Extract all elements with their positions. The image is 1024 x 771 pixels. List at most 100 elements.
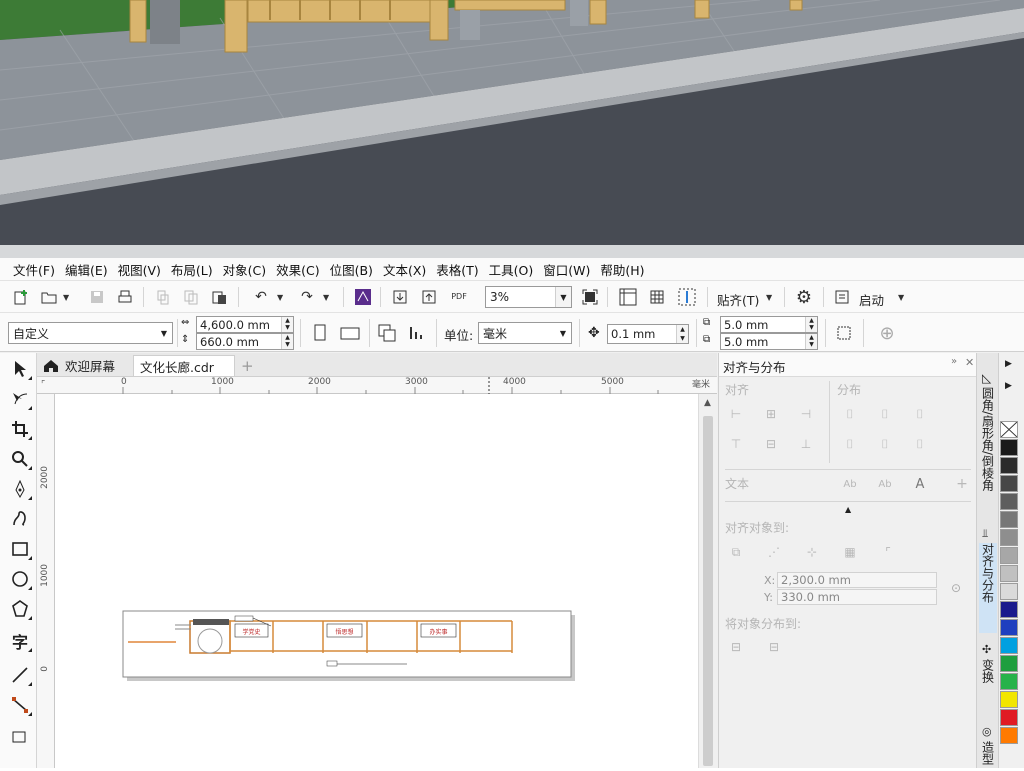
vertical-scroll-thumb[interactable] — [703, 416, 713, 766]
color-swatch[interactable] — [1000, 673, 1018, 690]
redo-icon[interactable]: ↷ — [296, 286, 318, 308]
options-gear-icon[interactable]: ⚙ — [793, 286, 815, 308]
distribute-spacing-vertical-icon[interactable]: ⌷ — [909, 433, 931, 455]
zoom-tool-icon[interactable] — [8, 447, 32, 471]
menu-layout[interactable]: 布局(L) — [171, 260, 213, 279]
page-size-preset-combo[interactable]: 自定义 ▼ — [8, 322, 173, 344]
expand-docker-icon[interactable]: » — [951, 356, 957, 367]
close-docker-icon[interactable]: ✕ — [965, 356, 974, 369]
zoom-dropdown-icon[interactable]: ▼ — [555, 287, 571, 307]
freehand-tool-icon[interactable] — [8, 477, 32, 501]
drawing-canvas[interactable]: 学党史 悟思想 办实事 — [55, 394, 698, 768]
paste-icon[interactable] — [208, 286, 230, 308]
print-icon[interactable] — [114, 286, 136, 308]
landscape-icon[interactable] — [339, 322, 361, 344]
show-guidelines-icon[interactable] — [676, 286, 698, 308]
shadow-tool-icon[interactable] — [8, 725, 32, 749]
copy-icon[interactable] — [180, 286, 202, 308]
cut-icon[interactable] — [152, 286, 174, 308]
distribute-center-horizontal-icon[interactable]: ⌷ — [874, 403, 896, 425]
page-height-spinner[interactable]: ▲ ▼ — [281, 334, 293, 349]
color-swatch[interactable] — [1000, 457, 1018, 474]
align-to-grid-icon[interactable]: ▦ — [839, 541, 861, 563]
distribute-spacing-horizontal-icon[interactable]: ⌷ — [909, 403, 931, 425]
y-coordinate-field[interactable]: 330.0 mm — [777, 589, 937, 605]
text-last-baseline-icon[interactable]: Ab — [874, 473, 896, 495]
align-center-vertical-icon[interactable]: ⊟ — [760, 433, 782, 455]
text-first-baseline-icon[interactable]: Ab — [839, 473, 861, 495]
page-width-spinner[interactable]: ▲ ▼ — [281, 317, 293, 332]
redo-dropdown-icon[interactable]: ▼ — [323, 293, 329, 302]
color-swatch[interactable] — [1000, 691, 1018, 708]
no-color-swatch[interactable] — [1000, 421, 1018, 438]
menu-table[interactable]: 表格(T) — [436, 260, 478, 279]
align-left-icon[interactable]: ⊢ — [725, 403, 747, 425]
duplicate-distance-x-field[interactable]: 5.0 mm ▲ ▼ — [720, 316, 818, 333]
quick-customize-icon[interactable]: ⊕ — [876, 322, 898, 344]
application-launcher-icon[interactable] — [831, 286, 853, 308]
duplicate-distance-y-field[interactable]: 5.0 mm ▲ ▼ — [720, 333, 818, 350]
tab-align-distribute[interactable]: 对齐与分布 — [979, 543, 997, 633]
page-height-field[interactable]: 660.0 mm ▲ ▼ — [196, 333, 294, 350]
new-document-icon[interactable] — [10, 286, 32, 308]
menu-help[interactable]: 帮助(H) — [600, 260, 644, 279]
open-dropdown-icon[interactable]: ▼ — [63, 293, 69, 302]
scroll-up-icon[interactable]: ▲ — [704, 398, 711, 408]
crop-tool-icon[interactable] — [8, 417, 32, 441]
nudge-spinner[interactable]: ▲ ▼ — [676, 325, 688, 343]
color-swatch[interactable] — [1000, 727, 1018, 744]
horizontal-ruler[interactable]: ⌜ 0 1000 2000 3000 4000 5000 毫米 — [37, 377, 717, 394]
page-width-field[interactable]: 4,600.0 mm ▲ ▼ — [196, 316, 294, 333]
current-page-icon[interactable] — [406, 322, 428, 344]
outline-icon[interactable]: + — [951, 473, 973, 495]
nudge-distance-field[interactable]: 0.1 mm ▲ ▼ — [607, 324, 689, 344]
duplicate-y-spinner[interactable]: ▲ ▼ — [805, 334, 817, 349]
align-to-active-object-icon[interactable]: ⧉ — [725, 541, 747, 563]
menu-effects[interactable]: 效果(C) — [276, 260, 319, 279]
ellipse-tool-icon[interactable] — [8, 567, 32, 591]
text-bounding-box-icon[interactable]: A — [909, 473, 931, 495]
color-swatch[interactable] — [1000, 709, 1018, 726]
units-dropdown-icon[interactable]: ▼ — [555, 323, 571, 343]
color-swatch[interactable] — [1000, 619, 1018, 636]
launch-dropdown-icon[interactable]: ▼ — [898, 293, 904, 302]
connector-tool-icon[interactable] — [8, 693, 32, 717]
search-content-icon[interactable] — [352, 286, 374, 308]
color-swatch[interactable] — [1000, 511, 1018, 528]
vertical-scrollbar[interactable]: ▲ — [698, 394, 717, 768]
color-swatch[interactable] — [1000, 547, 1018, 564]
tab-transformations[interactable]: 变换 — [979, 659, 997, 705]
shape-tool-icon[interactable] — [8, 387, 32, 411]
polygon-tool-icon[interactable] — [8, 597, 32, 621]
page-preset-dropdown-icon[interactable]: ▼ — [156, 323, 172, 343]
launch-label[interactable]: 启动 — [859, 290, 884, 309]
menu-text[interactable]: 文本(X) — [383, 260, 426, 279]
align-bottom-icon[interactable]: ⊥ — [795, 433, 817, 455]
menu-window[interactable]: 窗口(W) — [543, 260, 590, 279]
tab-shaping[interactable]: 造型 — [979, 741, 997, 768]
color-swatch[interactable] — [1000, 493, 1018, 510]
collapse-section-icon[interactable]: ▲ — [845, 505, 851, 514]
import-icon[interactable] — [389, 286, 411, 308]
distribute-center-vertical-icon[interactable]: ⌷ — [874, 433, 896, 455]
zoom-level-combo[interactable]: 3% ▼ — [485, 286, 572, 308]
undo-icon[interactable]: ↶ — [250, 286, 272, 308]
tab-fillet-scallop-chamfer[interactable]: 圆角/扇形角/倒棱角 — [979, 387, 997, 517]
color-swatch[interactable] — [1000, 529, 1018, 546]
units-combo[interactable]: 毫米 ▼ — [478, 322, 572, 344]
full-screen-icon[interactable] — [579, 286, 601, 308]
tab-document[interactable]: 文化长廊.cdr — [133, 355, 235, 376]
menu-view[interactable]: 视图(V) — [118, 260, 161, 279]
align-to-page-center-icon[interactable]: ⊹ — [801, 541, 823, 563]
all-pages-icon[interactable] — [376, 322, 398, 344]
portrait-icon[interactable] — [309, 322, 331, 344]
vertical-ruler[interactable]: 2000 1000 0 — [37, 394, 55, 768]
export-icon[interactable] — [418, 286, 440, 308]
menu-object[interactable]: 对象(C) — [223, 260, 266, 279]
color-swatch[interactable] — [1000, 655, 1018, 672]
undo-dropdown-icon[interactable]: ▼ — [277, 293, 283, 302]
snap-to-label[interactable]: 贴齐(T) — [717, 290, 759, 309]
pick-tool-icon[interactable] — [8, 357, 32, 381]
pick-point-icon[interactable]: ⊙ — [951, 581, 961, 595]
snap-dropdown-icon[interactable]: ▼ — [766, 293, 772, 302]
